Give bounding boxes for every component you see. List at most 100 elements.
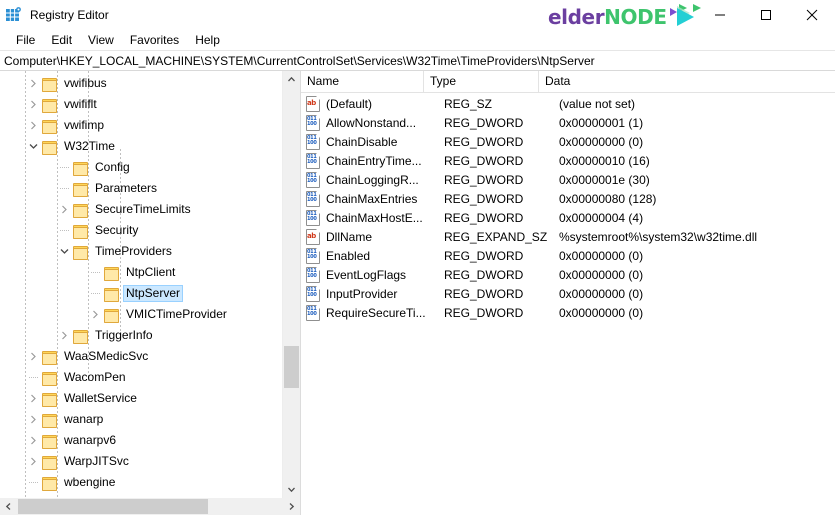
tree-item-wacompen[interactable]: WacomPen xyxy=(0,367,282,388)
menu-item-view[interactable]: View xyxy=(80,32,122,49)
table-row[interactable]: 011100AllowNonstand...REG_DWORD0x0000000… xyxy=(301,113,835,132)
dword-value-icon: 011100 xyxy=(305,191,321,206)
value-type: REG_DWORD xyxy=(444,116,559,130)
tree-item-vwifimp[interactable]: vwifimp xyxy=(0,115,282,136)
value-name: ChainMaxEntries xyxy=(326,192,444,206)
tree-scroll-thumb[interactable] xyxy=(284,346,299,388)
tree-item-label: wbengine xyxy=(61,474,118,491)
folder-icon xyxy=(41,350,57,364)
column-header-data[interactable]: Data xyxy=(539,71,835,92)
tree-leaf-marker xyxy=(56,223,72,239)
chevron-right-icon[interactable] xyxy=(25,391,41,407)
scroll-left-icon[interactable] xyxy=(0,502,17,511)
tree-item-label: TriggerInfo xyxy=(92,327,156,344)
tree-item-vwifibus[interactable]: vwifibus xyxy=(0,73,282,94)
chevron-down-icon[interactable] xyxy=(25,139,41,155)
tree-item-vmictimeprovider[interactable]: VMICTimeProvider xyxy=(0,304,282,325)
scroll-up-icon[interactable] xyxy=(283,71,300,88)
value-name: ChainLoggingR... xyxy=(326,173,444,187)
registry-path: Computer\HKEY_LOCAL_MACHINE\SYSTEM\Curre… xyxy=(4,54,595,68)
tree-item-parameters[interactable]: Parameters xyxy=(0,178,282,199)
menu-bar: File Edit View Favorites Help xyxy=(0,30,835,50)
value-data: 0x00000000 (0) xyxy=(559,268,835,282)
dword-value-icon: 011100 xyxy=(305,286,321,301)
value-data: 0x00000000 (0) xyxy=(559,135,835,149)
chevron-right-icon[interactable] xyxy=(25,76,41,92)
tree-item-walletservice[interactable]: WalletService xyxy=(0,388,282,409)
tree-item-triggerinfo[interactable]: TriggerInfo xyxy=(0,325,282,346)
folder-icon xyxy=(103,266,119,280)
folder-icon xyxy=(72,245,88,259)
value-type: REG_DWORD xyxy=(444,173,559,187)
table-row[interactable]: abDllNameREG_EXPAND_SZ%systemroot%\syste… xyxy=(301,227,835,246)
menu-item-help[interactable]: Help xyxy=(187,32,228,49)
chevron-right-icon[interactable] xyxy=(25,97,41,113)
value-data: 0x00000010 (16) xyxy=(559,154,835,168)
chevron-down-icon[interactable] xyxy=(56,244,72,260)
value-data: (value not set) xyxy=(559,97,835,111)
menu-item-edit[interactable]: Edit xyxy=(43,32,80,49)
folder-icon xyxy=(72,224,88,238)
menu-item-file[interactable]: File xyxy=(8,32,43,49)
tree-vertical-scrollbar[interactable] xyxy=(282,71,300,498)
table-row[interactable]: 011100ChainDisableREG_DWORD0x00000000 (0… xyxy=(301,132,835,151)
value-data: 0x0000001e (30) xyxy=(559,173,835,187)
folder-icon xyxy=(41,98,57,112)
tree-item-label: vwififlt xyxy=(61,96,100,113)
tree-item-wbengine[interactable]: wbengine xyxy=(0,472,282,493)
tree-item-securetimelimits[interactable]: SecureTimeLimits xyxy=(0,199,282,220)
table-row[interactable]: 011100EnabledREG_DWORD0x00000000 (0) xyxy=(301,246,835,265)
tree-item-config[interactable]: Config xyxy=(0,157,282,178)
tree-item-timeproviders[interactable]: TimeProviders xyxy=(0,241,282,262)
tree-item-ntpclient[interactable]: NtpClient xyxy=(0,262,282,283)
dword-value-icon: 011100 xyxy=(305,134,321,149)
tree-item-wanarp[interactable]: wanarp xyxy=(0,409,282,430)
table-row[interactable]: 011100ChainEntryTime...REG_DWORD0x000000… xyxy=(301,151,835,170)
eldernode-logo: elderNODE xyxy=(548,4,709,30)
tree-item-warpjitsvc[interactable]: WarpJITSvc xyxy=(0,451,282,472)
tree-leaf-marker xyxy=(87,265,103,281)
tree-item-w32time[interactable]: W32Time xyxy=(0,136,282,157)
tree-item-vwififlt[interactable]: vwififlt xyxy=(0,94,282,115)
value-name: ChainEntryTime... xyxy=(326,154,444,168)
chevron-right-icon[interactable] xyxy=(25,433,41,449)
value-type: REG_DWORD xyxy=(444,192,559,206)
close-button[interactable] xyxy=(789,0,835,30)
chevron-right-icon[interactable] xyxy=(56,202,72,218)
table-row[interactable]: 011100RequireSecureTi...REG_DWORD0x00000… xyxy=(301,303,835,322)
chevron-right-icon[interactable] xyxy=(56,328,72,344)
chevron-right-icon[interactable] xyxy=(25,454,41,470)
tree-item-label: wanarpv6 xyxy=(61,432,119,449)
tree-scroll-area: vwifibus vwififlt vwifimpW32TimeConfigPara… xyxy=(0,71,282,498)
tree-item-waasmedicsvc[interactable]: WaaSMedicSvc xyxy=(0,346,282,367)
table-row[interactable]: ab(Default)REG_SZ(value not set) xyxy=(301,94,835,113)
tree-item-security[interactable]: Security xyxy=(0,220,282,241)
address-bar[interactable]: Computer\HKEY_LOCAL_MACHINE\SYSTEM\Curre… xyxy=(0,50,835,71)
chevron-right-icon[interactable] xyxy=(25,118,41,134)
value-data: 0x00000001 (1) xyxy=(559,116,835,130)
scroll-right-icon[interactable] xyxy=(283,502,300,511)
column-header-name[interactable]: Name xyxy=(301,71,424,92)
tree-item-label: WaaSMedicSvc xyxy=(61,348,151,365)
table-row[interactable]: 011100InputProviderREG_DWORD0x00000000 (… xyxy=(301,284,835,303)
column-header-type[interactable]: Type xyxy=(424,71,539,92)
table-row[interactable]: 011100ChainMaxHostE...REG_DWORD0x0000000… xyxy=(301,208,835,227)
chevron-right-icon[interactable] xyxy=(25,349,41,365)
value-type: REG_DWORD xyxy=(444,135,559,149)
folder-icon xyxy=(41,371,57,385)
folder-icon xyxy=(72,182,88,196)
tree-horizontal-scrollbar[interactable] xyxy=(0,498,300,515)
menu-item-favorites[interactable]: Favorites xyxy=(122,32,187,49)
table-row[interactable]: 011100EventLogFlagsREG_DWORD0x00000000 (… xyxy=(301,265,835,284)
table-row[interactable]: 011100ChainLoggingR...REG_DWORD0x0000001… xyxy=(301,170,835,189)
folder-icon xyxy=(41,434,57,448)
tree-item-wanarpv6[interactable]: wanarpv6 xyxy=(0,430,282,451)
chevron-right-icon[interactable] xyxy=(87,307,103,323)
maximize-button[interactable] xyxy=(743,0,789,30)
table-row[interactable]: 011100ChainMaxEntriesREG_DWORD0x00000080… xyxy=(301,189,835,208)
tree-item-ntpserver[interactable]: NtpServer xyxy=(0,283,282,304)
tree-hscroll-thumb[interactable] xyxy=(18,499,208,514)
minimize-button[interactable] xyxy=(697,0,743,30)
chevron-right-icon[interactable] xyxy=(25,412,41,428)
scroll-down-icon[interactable] xyxy=(283,481,300,498)
